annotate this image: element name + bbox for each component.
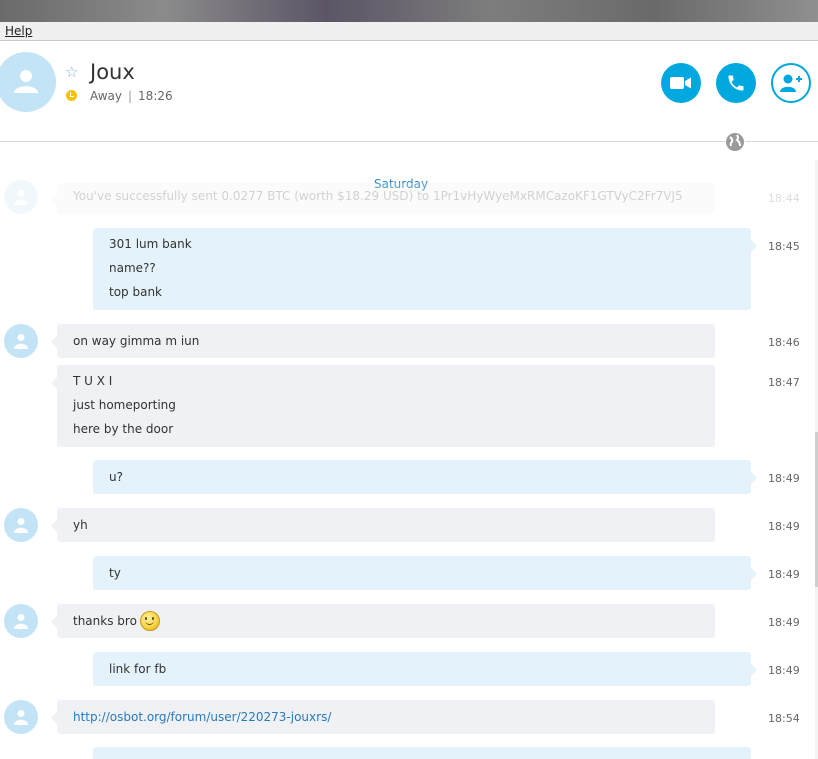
smile-emoji-icon[interactable] [139,610,160,631]
message-timestamp: 18:44 [768,192,800,205]
message-timestamp: 18:46 [768,336,800,349]
message-text: name?? [109,261,156,275]
contact-avatar-small[interactable] [4,700,38,734]
message-line: thanks bro [73,609,699,633]
contact-avatar-small[interactable] [4,324,38,358]
star-icon[interactable]: ☆ [65,63,78,81]
message-bubble-incoming[interactable]: T U X I just homeporting here by the doo… [51,365,715,447]
phone-icon [728,75,744,91]
message-text: T U X I [73,374,113,388]
away-clock-icon [66,90,77,101]
message-text: yh [73,518,88,532]
person-icon [14,518,28,533]
status-time: 18:26 [138,89,173,103]
person-icon [14,614,28,629]
message-text: u? [109,470,123,484]
person-icon [14,334,28,349]
message-bubble-outgoing[interactable]: 301 lum bank name?? top bank [93,228,757,310]
message-bubble-incoming[interactable]: on way gimma m iun [51,324,715,358]
message-text: thanks bro [73,614,137,628]
message-text: link for fb [109,662,167,676]
globe-icon[interactable] [725,132,745,152]
translator-globe-svg [726,133,744,151]
message-history[interactable]: Saturday You've successfully sent 0.0277… [0,150,818,759]
message-text: You've successfully sent 0.0277 BTC (wor… [73,189,683,203]
add-contact-icon [780,74,802,92]
message-bubble-outgoing[interactable]: ty [93,556,757,590]
message-text: 301 lum bank [109,237,192,251]
message-text: here by the door [73,422,174,436]
contact-avatar-small[interactable] [4,508,38,542]
message-line: http://osbot.org/forum/user/220273-jouxr… [73,705,699,729]
message-bubble-outgoing[interactable]: link for fb [93,652,757,686]
background-photo-strip [0,0,818,22]
menu-bar: Help [0,22,818,41]
contact-avatar-small[interactable] [4,180,38,214]
add-people-button[interactable] [771,63,811,103]
person-icon [14,190,28,205]
status-text: Away [90,89,122,103]
message-timestamp: 18:49 [768,664,800,677]
message-bubble-incoming[interactable]: yh [51,508,715,542]
message-timestamp: 18:49 [768,568,800,581]
message-timestamp: 18:54 [768,712,800,725]
contact-name[interactable]: Joux [90,60,135,84]
message-timestamp: 18:45 [768,240,800,253]
video-camera-icon [670,77,691,89]
status-separator: | [128,89,133,103]
conversation-header: ☆ Joux Away | 18:26 [0,41,818,142]
message-text: just homeporting [73,398,176,412]
message-bubble-incoming[interactable]: thanks bro [51,604,715,638]
message-timestamp: 18:49 [768,520,800,533]
audio-call-button[interactable] [716,63,756,103]
message-text: on way gimma m iun [73,334,200,348]
contact-avatar-small[interactable] [4,604,38,638]
presence-status: Away | 18:26 [90,89,173,103]
message-text: top bank [109,285,163,299]
menu-help[interactable]: Help [5,24,32,38]
message-timestamp: 18:49 [768,472,800,485]
message-bubble-incoming[interactable]: http://osbot.org/forum/user/220273-jouxr… [51,700,715,734]
message-text: ty [109,566,121,580]
message-timestamp: 18:47 [768,376,800,389]
message-bubble-outgoing-partial[interactable] [93,747,751,759]
person-icon [14,70,38,93]
video-call-button[interactable] [661,63,701,103]
message-timestamp: 18:49 [768,616,800,629]
contact-avatar[interactable] [0,52,56,112]
person-icon [14,710,28,725]
message-bubble-incoming[interactable]: You've successfully sent 0.0277 BTC (wor… [51,183,715,214]
message-link[interactable]: http://osbot.org/forum/user/220273-jouxr… [73,710,331,724]
message-bubble-outgoing[interactable]: u? [93,460,757,494]
